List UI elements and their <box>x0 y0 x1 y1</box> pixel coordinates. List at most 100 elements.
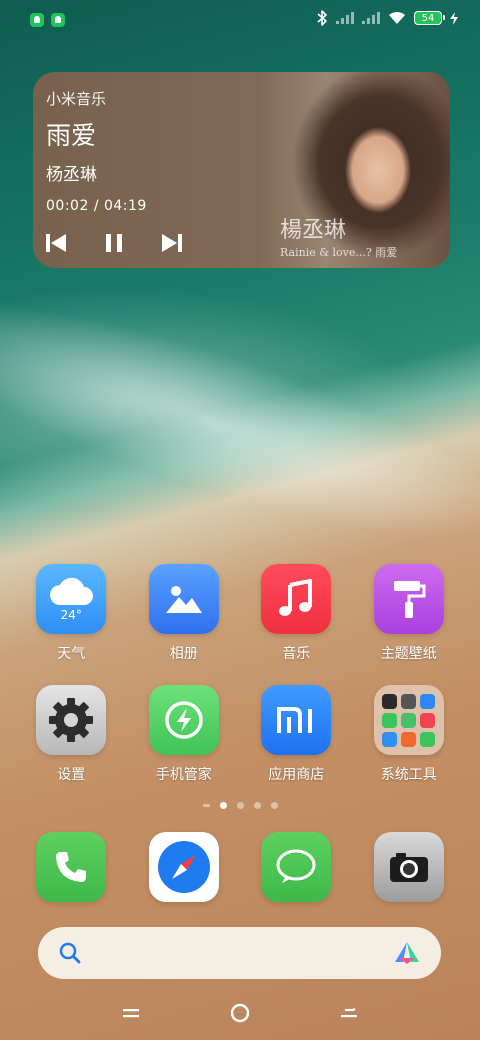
album-art-title: 楊丞琳 <box>280 218 347 243</box>
search-bar[interactable] <box>38 927 441 979</box>
dock-browser[interactable] <box>134 832 234 902</box>
mini-app-icon <box>420 712 436 728</box>
phone-handset-icon <box>56 852 87 882</box>
music-app-name: 小米音乐 <box>46 90 107 108</box>
compass-icon <box>157 841 210 893</box>
app-weather[interactable]: 24° 天气 <box>21 564 121 663</box>
dock-camera[interactable] <box>359 832 459 902</box>
status-indicators: 54 <box>316 10 458 26</box>
app-store-icon <box>261 685 332 755</box>
app-label: 系统工具 <box>380 767 437 783</box>
dock-phone[interactable] <box>21 832 121 902</box>
mini-app-icon <box>401 731 417 747</box>
page-dot-active <box>219 802 227 809</box>
app-label: 应用商店 <box>268 767 325 783</box>
mini-app-icon <box>382 712 398 728</box>
page-indicator <box>0 802 480 809</box>
signal-icon <box>362 12 380 24</box>
mi-logo-icon <box>277 707 313 733</box>
previous-icon <box>46 234 66 252</box>
pause-button[interactable] <box>103 232 125 254</box>
next-icon <box>162 234 182 252</box>
phone-icon <box>36 832 107 902</box>
mini-app-icon <box>420 693 436 709</box>
navigation-bar <box>0 998 480 1028</box>
next-button[interactable] <box>161 232 183 254</box>
search-icon <box>59 942 81 964</box>
app-label: 设置 <box>57 767 86 783</box>
app-music[interactable]: 音乐 <box>246 564 346 663</box>
signal-icon <box>336 12 354 24</box>
battery-level: 54 <box>421 12 435 24</box>
mountain-icon <box>165 586 202 613</box>
app-label: 天气 <box>57 646 86 662</box>
assistant-icon[interactable] <box>393 940 421 966</box>
app-label: 音乐 <box>282 646 311 662</box>
app-gallery[interactable]: 相册 <box>134 564 234 663</box>
app-label: 主题壁纸 <box>380 646 437 662</box>
app-security[interactable]: 手机管家 <box>134 685 234 784</box>
page-dot <box>202 804 210 807</box>
wallpaper-wave <box>0 268 480 612</box>
camera-body-icon <box>389 853 428 882</box>
app-store[interactable]: 应用商店 <box>246 685 346 784</box>
lightning-icon <box>165 701 203 739</box>
song-title: 雨爱 <box>46 121 97 150</box>
gear-icon <box>49 698 94 742</box>
artist-name: 杨丞琳 <box>46 165 97 185</box>
app-row-2: 设置 手机管家 应用商店 系统工具 <box>0 685 480 784</box>
weather-icon: 24° <box>36 564 107 634</box>
notification-icon <box>51 13 65 27</box>
mini-app-icon <box>382 731 398 747</box>
previous-button[interactable] <box>45 232 67 254</box>
gallery-icon <box>148 564 219 634</box>
music-controls <box>45 232 183 254</box>
dock <box>0 832 480 902</box>
current-time: 00:02 <box>46 198 89 214</box>
page-dot <box>253 802 261 809</box>
camera-icon <box>373 832 444 902</box>
time-separator: / <box>93 198 100 214</box>
mini-app-icon <box>401 693 417 709</box>
status-bar: 54 <box>0 0 480 40</box>
mini-app-icon <box>420 731 436 747</box>
music-note-icon <box>279 579 313 616</box>
page-dot <box>270 802 278 809</box>
back-button[interactable] <box>336 1000 362 1026</box>
wifi-icon <box>389 11 405 24</box>
mini-app-icon <box>401 712 417 728</box>
security-icon <box>148 685 219 755</box>
mini-app-icon <box>382 693 398 709</box>
page-dot <box>236 802 244 809</box>
notification-icon <box>30 13 44 27</box>
app-label: 相册 <box>169 646 198 662</box>
browser-icon <box>148 832 219 902</box>
app-theme[interactable]: 主题壁纸 <box>359 564 459 663</box>
bluetooth-icon <box>317 10 327 26</box>
battery-icon: 54 <box>414 11 445 25</box>
album-art: 楊丞琳 Rainie & love...? 雨爱 <box>260 72 450 268</box>
menu-icon <box>123 1009 139 1018</box>
music-widget[interactable]: 楊丞琳 Rainie & love...? 雨爱 小米音乐 雨爱 杨丞琳 00:… <box>33 72 450 268</box>
charging-icon <box>450 11 458 25</box>
theme-icon <box>373 564 444 634</box>
total-time: 04:19 <box>103 198 147 214</box>
music-icon <box>261 564 332 634</box>
home-icon <box>230 1003 250 1023</box>
paint-roller-icon <box>393 581 426 618</box>
album-art-subtitle: Rainie & love...? 雨爱 <box>280 246 398 259</box>
menu-button[interactable] <box>118 1000 144 1026</box>
settings-icon <box>36 685 107 755</box>
folder-icon <box>373 685 444 755</box>
pause-icon <box>106 234 122 252</box>
home-button[interactable] <box>227 1000 253 1026</box>
cloud-icon <box>50 577 94 605</box>
app-row-1: 24° 天气 相册 音乐 主题壁纸 <box>0 564 480 663</box>
back-icon <box>341 1008 357 1018</box>
chat-bubble-icon <box>276 849 316 883</box>
app-folder-system-tools[interactable]: 系统工具 <box>359 685 459 784</box>
messages-icon <box>261 832 332 902</box>
dock-messages[interactable] <box>246 832 346 902</box>
weather-temperature: 24° <box>60 608 82 622</box>
app-settings[interactable]: 设置 <box>21 685 121 784</box>
